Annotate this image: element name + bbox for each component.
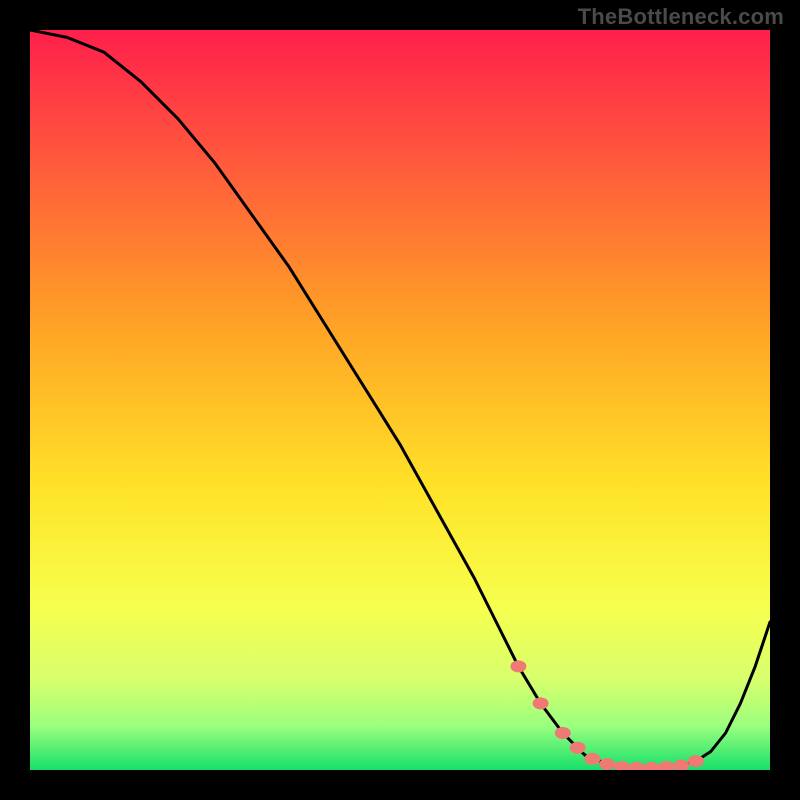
- marker-dot: [533, 697, 549, 709]
- gradient-background: [30, 30, 770, 770]
- marker-dot: [555, 727, 571, 739]
- plot-area: [30, 30, 770, 770]
- marker-dot: [688, 755, 704, 767]
- chart-stage: TheBottleneck.com: [0, 0, 800, 800]
- watermark-text: TheBottleneck.com: [578, 4, 784, 30]
- marker-dot: [584, 753, 600, 765]
- marker-dot: [570, 742, 586, 754]
- plot-svg: [30, 30, 770, 770]
- marker-dot: [510, 660, 526, 672]
- marker-dot: [599, 758, 615, 770]
